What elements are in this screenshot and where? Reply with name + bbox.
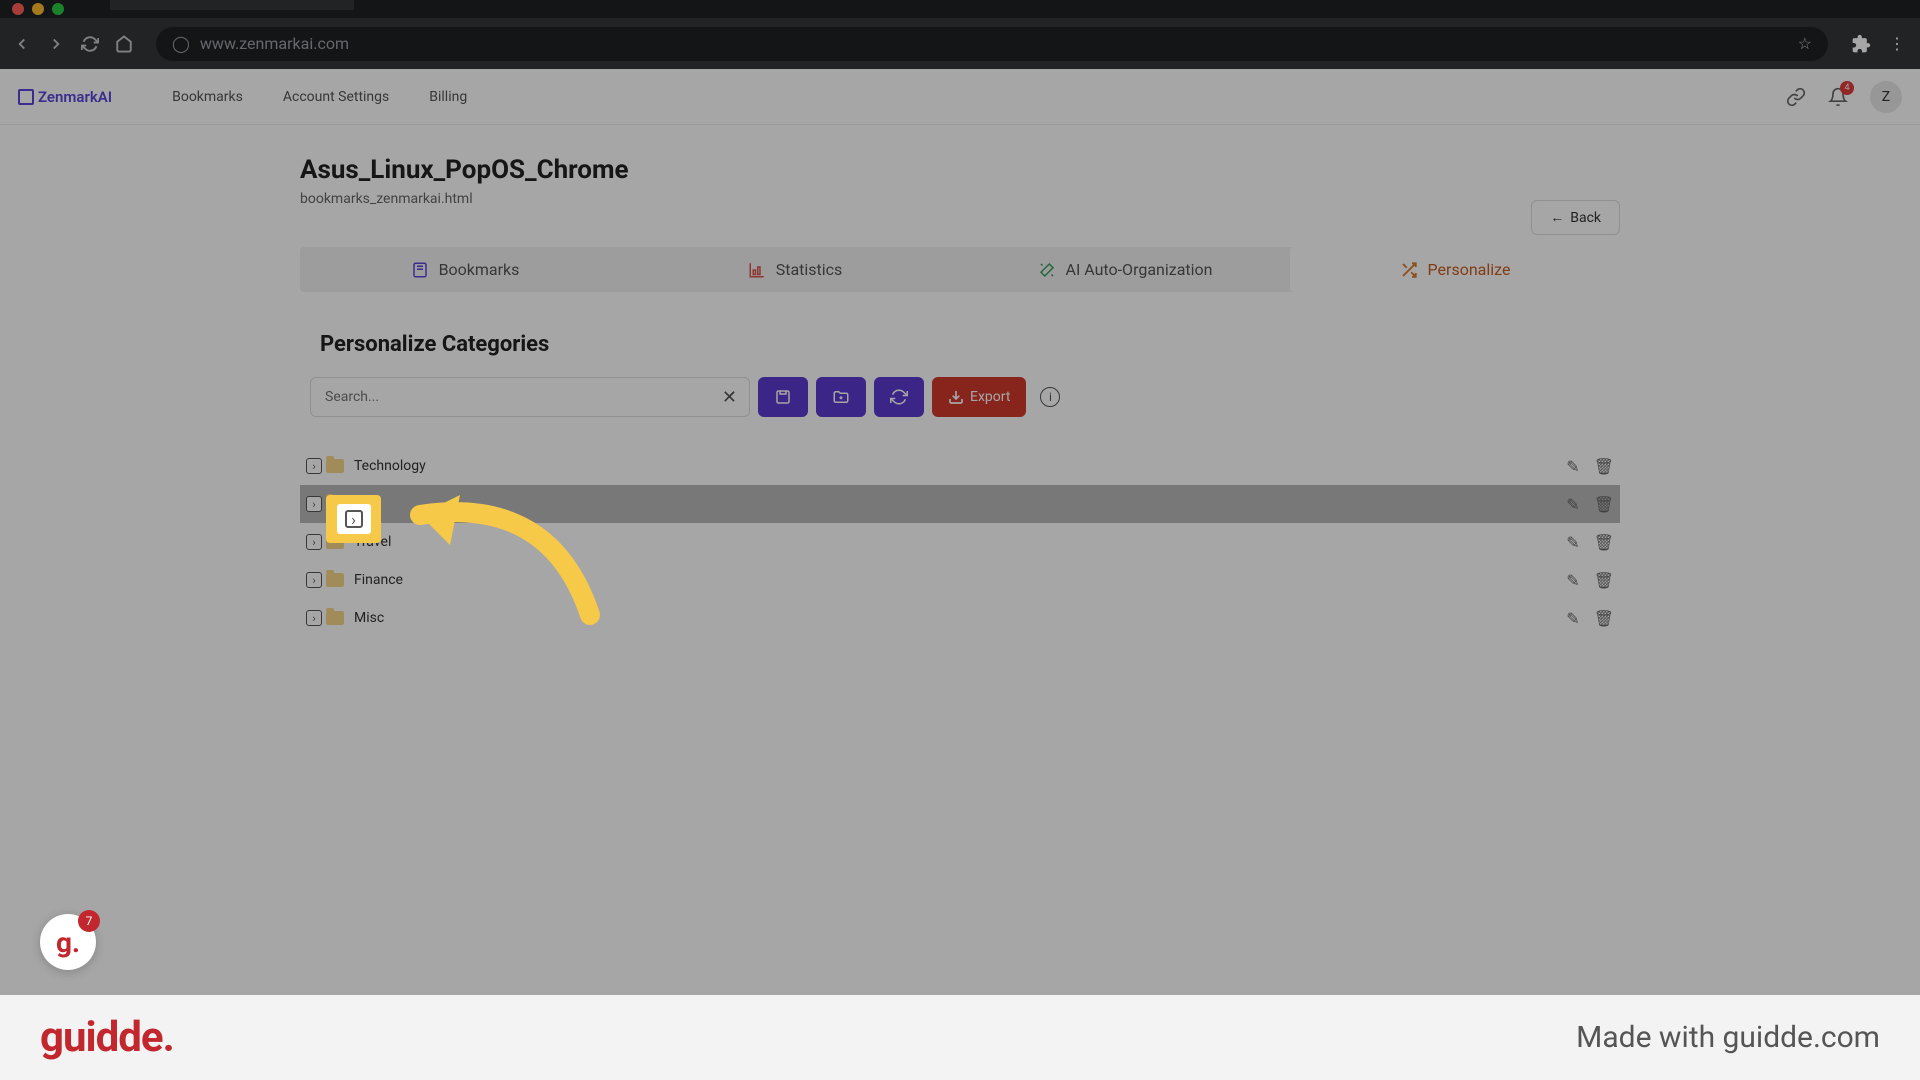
- trash-icon[interactable]: 🗑: [1594, 457, 1614, 476]
- app-logo[interactable]: ZenmarkAI: [18, 88, 112, 106]
- edit-icon[interactable]: ✎: [1566, 533, 1579, 552]
- page-title: Asus_Linux_PopOS_Chrome: [300, 155, 1620, 185]
- search-input[interactable]: [325, 389, 735, 405]
- arrow-left-icon: ←: [1550, 209, 1564, 226]
- search-input-wrap: ✕: [310, 377, 750, 417]
- guidde-logo: guidde.: [40, 1013, 174, 1062]
- nav-bookmarks[interactable]: Bookmarks: [172, 89, 243, 105]
- browser-menu-icon[interactable]: ⋮: [1886, 34, 1908, 53]
- edit-icon[interactable]: ✎: [1566, 457, 1579, 476]
- refresh-button[interactable]: [874, 377, 924, 417]
- bell-icon[interactable]: 4: [1828, 87, 1848, 107]
- nav-links: Bookmarks Account Settings Billing: [172, 89, 467, 105]
- app-header: ZenmarkAI Bookmarks Account Settings Bil…: [0, 69, 1920, 125]
- page-content: Asus_Linux_PopOS_Chrome bookmarks_zenmar…: [0, 125, 1920, 637]
- back-icon[interactable]: [12, 34, 32, 54]
- reload-icon[interactable]: [80, 34, 100, 54]
- bookmark-icon: [411, 261, 429, 279]
- avatar[interactable]: Z: [1870, 81, 1902, 113]
- bookmark-star-icon[interactable]: ☆: [1798, 34, 1812, 53]
- trash-icon[interactable]: 🗑: [1594, 495, 1614, 514]
- link-icon[interactable]: [1786, 87, 1806, 107]
- traffic-lights: [12, 3, 64, 15]
- guidde-bottom-bar: guidde. Made with guidde.com: [0, 995, 1920, 1080]
- clear-icon[interactable]: ✕: [722, 387, 737, 408]
- tab-statistics[interactable]: Statistics: [630, 247, 960, 292]
- tab-label: AI Auto-Organization: [1066, 260, 1213, 279]
- expand-icon[interactable]: ›: [306, 534, 322, 550]
- extensions-icon[interactable]: [1850, 34, 1872, 54]
- expand-icon[interactable]: ›: [306, 458, 322, 474]
- back-label: Back: [1570, 210, 1601, 226]
- folder-icon: [326, 611, 344, 625]
- close-window-icon[interactable]: [12, 3, 24, 15]
- maximize-window-icon[interactable]: [52, 3, 64, 15]
- trash-icon[interactable]: 🗑: [1594, 533, 1614, 552]
- tab-label: Statistics: [776, 260, 843, 279]
- download-icon: [948, 389, 964, 405]
- guidde-g-icon: g.: [56, 926, 80, 959]
- section-title: Personalize Categories: [320, 332, 1620, 357]
- tutorial-arrow-icon: [370, 455, 610, 635]
- tab-personalize[interactable]: Personalize: [1290, 247, 1620, 292]
- info-icon[interactable]: i: [1040, 387, 1060, 407]
- made-with-text: Made with guidde.com: [1576, 1020, 1880, 1055]
- tab-bookmarks[interactable]: Bookmarks: [300, 247, 630, 292]
- notification-badge: 4: [1840, 81, 1854, 95]
- add-folder-button[interactable]: [816, 377, 866, 417]
- folder-icon: [326, 459, 344, 473]
- trash-icon[interactable]: 🗑: [1594, 609, 1614, 628]
- save-layout-button[interactable]: [758, 377, 808, 417]
- export-button[interactable]: Export: [932, 377, 1026, 417]
- edit-icon[interactable]: ✎: [1566, 571, 1579, 590]
- page-subtitle: bookmarks_zenmarkai.html: [300, 191, 1620, 207]
- home-icon[interactable]: [114, 34, 134, 54]
- address-bar[interactable]: ◯ www.zenmarkai.com ☆: [156, 27, 1828, 61]
- tab-label: Bookmarks: [439, 260, 520, 279]
- tab-bar: Bookmarks Statistics AI Auto-Organizatio…: [300, 247, 1620, 292]
- edit-icon[interactable]: ✎: [1566, 495, 1579, 514]
- chevron-right-icon: ›: [345, 510, 363, 528]
- browser-toolbar: ◯ www.zenmarkai.com ☆ ⋮: [0, 18, 1920, 69]
- float-count-badge: 7: [78, 910, 100, 932]
- expand-icon[interactable]: ›: [306, 610, 322, 626]
- edit-icon[interactable]: ✎: [1566, 609, 1579, 628]
- expand-icon[interactable]: ›: [306, 496, 322, 512]
- logo-text: ZenmarkAI: [38, 88, 112, 106]
- wand-icon: [1038, 261, 1056, 279]
- shuffle-icon: [1400, 261, 1418, 279]
- nav-account-settings[interactable]: Account Settings: [283, 89, 389, 105]
- expand-icon[interactable]: ›: [306, 572, 322, 588]
- tab-label: Personalize: [1428, 260, 1511, 279]
- new-tab-button[interactable]: +: [368, 0, 378, 5]
- guidde-float-badge[interactable]: g. 7: [40, 914, 96, 970]
- minimize-window-icon[interactable]: [32, 3, 44, 15]
- chart-icon: [748, 261, 766, 279]
- forward-icon[interactable]: [46, 34, 66, 54]
- site-info-icon[interactable]: ◯: [172, 34, 190, 53]
- export-label: Export: [970, 389, 1010, 405]
- browser-tab[interactable]: ◯ Zenmark AI - Auto Organize Brow: [110, 0, 354, 10]
- url-text: www.zenmarkai.com: [200, 34, 349, 53]
- tab-ai-auto-org[interactable]: AI Auto-Organization: [960, 247, 1290, 292]
- folder-icon: [326, 573, 344, 587]
- category-toolbar: ✕ Export i: [310, 377, 1620, 417]
- window-controls: ◯ Zenmark AI - Auto Organize Brow +: [0, 0, 1920, 18]
- trash-icon[interactable]: 🗑: [1594, 571, 1614, 590]
- back-button[interactable]: ← Back: [1531, 200, 1620, 235]
- logo-icon: [18, 89, 34, 105]
- nav-billing[interactable]: Billing: [429, 89, 467, 105]
